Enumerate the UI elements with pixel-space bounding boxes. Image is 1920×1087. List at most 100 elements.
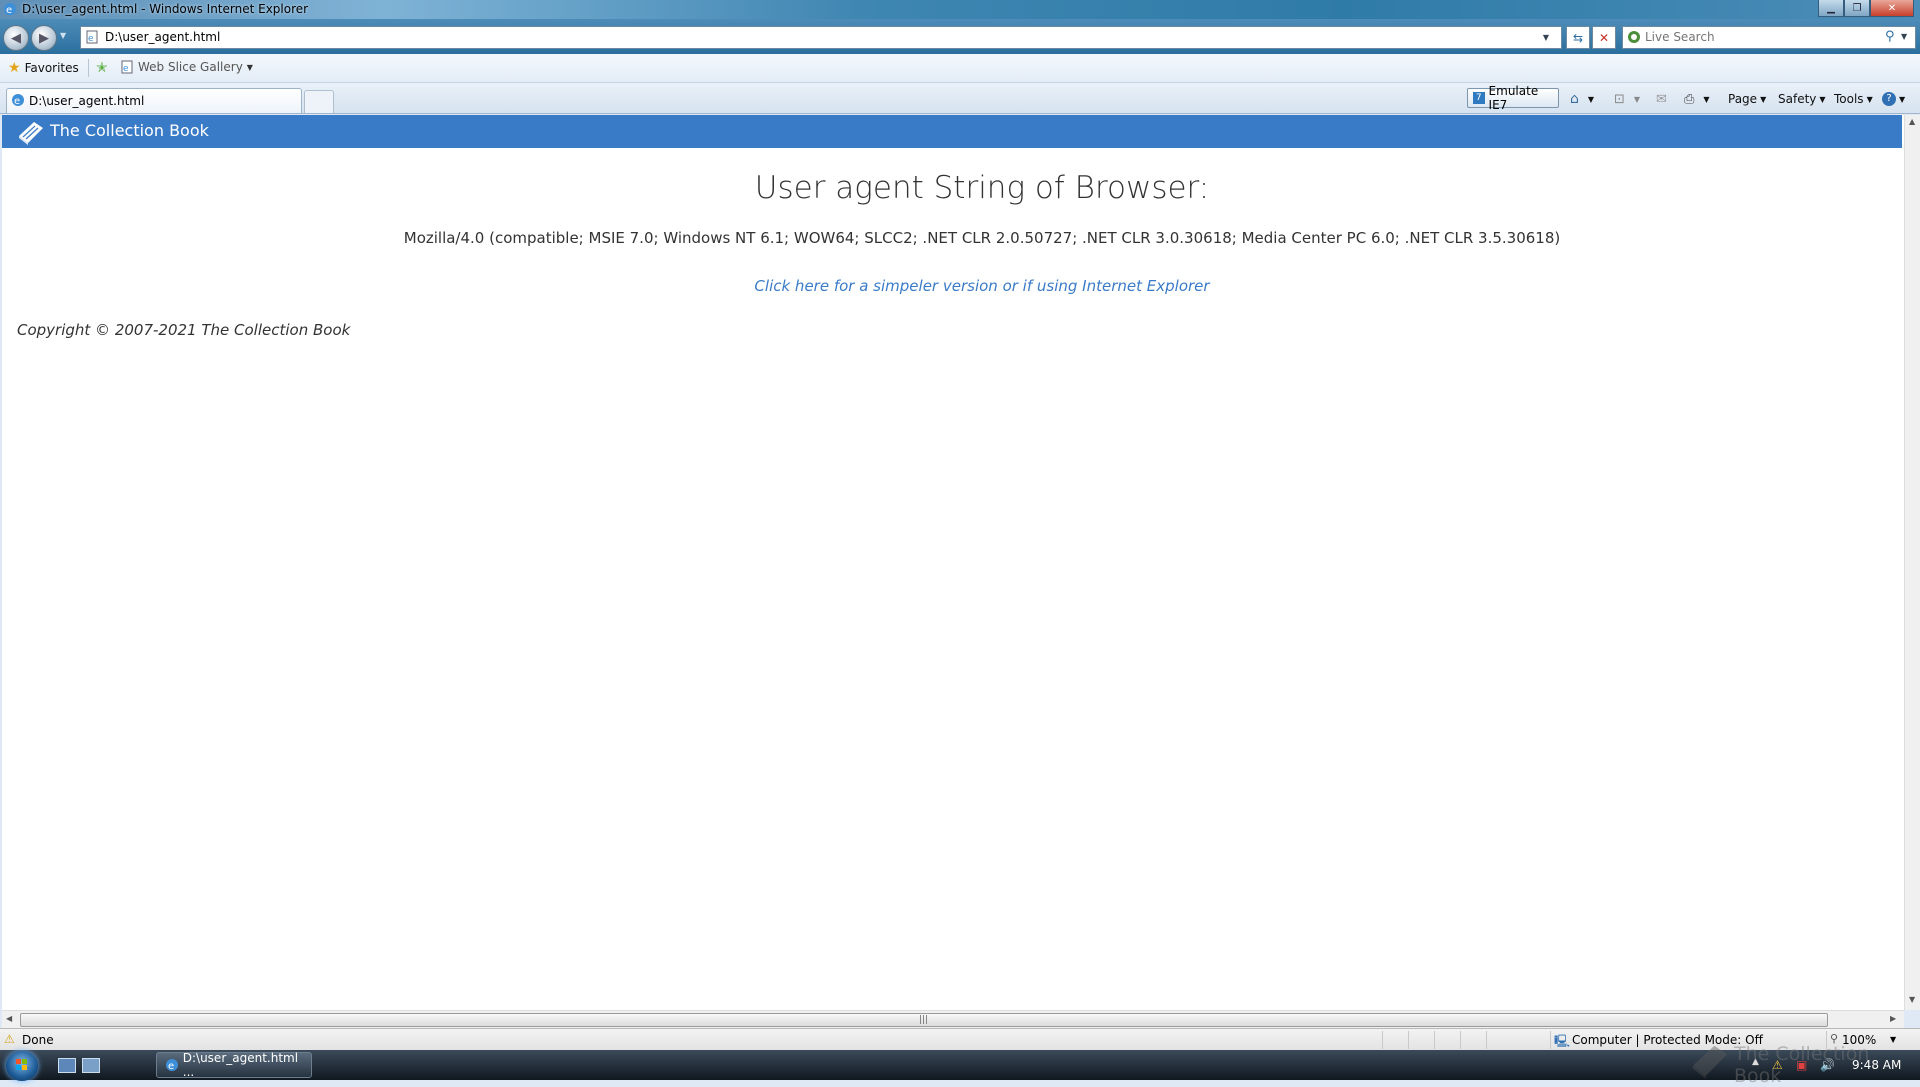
- search-button[interactable]: ⚲: [1885, 29, 1895, 44]
- scroll-down-arrow-icon[interactable]: ▼: [1909, 995, 1915, 1004]
- ie-logo-icon: e: [4, 3, 16, 16]
- chevron-down-icon: ▼: [1633, 94, 1641, 104]
- site-header: The Collection Book: [2, 115, 1902, 148]
- chevron-down-icon: ▼: [1819, 94, 1826, 104]
- back-button[interactable]: ◀: [3, 25, 29, 51]
- help-button[interactable]: ? ▼: [1882, 89, 1905, 109]
- page-icon: e: [86, 30, 98, 44]
- simpler-version-link[interactable]: Click here for a simpeler version or if …: [2, 277, 1904, 295]
- page-menu[interactable]: Page ▼: [1728, 89, 1766, 109]
- back-arrow-icon: ◀: [11, 30, 21, 46]
- safety-menu-label: Safety: [1778, 92, 1817, 106]
- status-divider: [1408, 1031, 1409, 1049]
- minimize-button[interactable]: ▁: [1818, 0, 1844, 17]
- print-button[interactable]: ⎙ ▼: [1684, 89, 1710, 109]
- tab-bar: e D:\user_agent.html 7 Emulate IE7 ⌂ ▼ ⊡…: [0, 83, 1920, 114]
- scroll-right-arrow-icon[interactable]: ▶: [1890, 1014, 1896, 1023]
- tools-menu[interactable]: Tools ▼: [1834, 89, 1873, 109]
- svg-text:e: e: [14, 96, 20, 107]
- watermark-book-icon: [1692, 1045, 1728, 1079]
- tab-label: D:\user_agent.html: [29, 94, 145, 108]
- home-button[interactable]: ⌂ ▼: [1570, 89, 1594, 109]
- close-window-button[interactable]: ✕: [1870, 0, 1914, 17]
- chevron-down-icon: ▼: [1899, 94, 1906, 104]
- minimize-icon: ▁: [1827, 2, 1835, 14]
- feeds-button[interactable]: ⊡ ▼: [1614, 89, 1640, 109]
- tab-user-agent[interactable]: e D:\user_agent.html: [6, 88, 302, 113]
- web-slice-gallery-link[interactable]: e Web Slice Gallery ▼: [120, 60, 253, 74]
- scroll-left-arrow-icon[interactable]: ◀: [6, 1014, 12, 1023]
- ie-logo-icon: e: [166, 1059, 178, 1072]
- address-dropdown-button[interactable]: ▼: [1533, 27, 1559, 48]
- chevron-down-icon: ▼: [246, 62, 253, 72]
- page-icon: e: [121, 60, 133, 74]
- safety-menu[interactable]: Safety ▼: [1778, 89, 1826, 109]
- new-tab-button[interactable]: [304, 90, 334, 113]
- window-title-bar[interactable]: e D:\user_agent.html - Windows Internet …: [0, 0, 1920, 19]
- svg-text:e: e: [168, 1061, 174, 1072]
- printer-icon: ⎙: [1684, 91, 1695, 107]
- horizontal-scrollbar[interactable]: ◀ ||| ▶: [2, 1010, 1904, 1028]
- magnifier-icon: ⚲: [1885, 29, 1895, 44]
- user-agent-string: Mozilla/4.0 (compatible; MSIE 7.0; Windo…: [403, 229, 1561, 247]
- favorites-label: Favorites: [24, 61, 79, 75]
- taskbar-item-label: D:\user_agent.html ...: [182, 1051, 299, 1079]
- add-to-favorites-bar-button[interactable]: ✭: [96, 60, 108, 76]
- page-heading: User agent String of Browser:: [754, 170, 1210, 206]
- refresh-button[interactable]: ⇆: [1566, 26, 1590, 49]
- recent-pages-dropdown[interactable]: ▼: [60, 31, 66, 40]
- grip-icon: |||: [919, 1015, 929, 1025]
- site-brand-link[interactable]: The Collection Book: [50, 121, 209, 140]
- horizontal-scroll-thumb[interactable]: |||: [20, 1013, 1828, 1027]
- svg-text:e: e: [6, 5, 12, 16]
- forward-button[interactable]: ▶: [31, 25, 57, 51]
- vertical-scrollbar[interactable]: ▲ ▼: [1904, 115, 1920, 1010]
- read-mail-button[interactable]: ✉: [1656, 89, 1667, 109]
- ie-page-icon: e: [12, 94, 24, 107]
- add-favorite-star-icon: ✭: [96, 60, 108, 76]
- switch-windows-button[interactable]: [82, 1058, 100, 1073]
- chevron-down-icon: ▼: [1587, 94, 1595, 104]
- status-divider: [1486, 1031, 1487, 1049]
- chevron-down-icon: ▼: [1760, 94, 1767, 104]
- favorites-bar: ★ Favorites ✭ e Web Slice Gallery ▼: [0, 54, 1920, 83]
- chevron-down-icon: ▼: [1866, 94, 1873, 104]
- status-divider: [1550, 1031, 1551, 1049]
- show-desktop-button[interactable]: [58, 1058, 76, 1073]
- emulate-ie7-label: Emulate IE7: [1488, 84, 1539, 112]
- window-title: D:\user_agent.html - Windows Internet Ex…: [22, 2, 309, 16]
- restore-button[interactable]: ❐: [1844, 0, 1870, 17]
- status-divider: [1434, 1031, 1435, 1049]
- favorites-button[interactable]: ★ Favorites: [8, 60, 79, 76]
- rss-feed-icon: ⊡: [1614, 91, 1625, 107]
- home-icon: ⌂: [1570, 91, 1579, 107]
- warning-icon: ⚠: [4, 1032, 15, 1046]
- address-input[interactable]: [105, 28, 1505, 45]
- search-options-dropdown[interactable]: ▼: [1901, 32, 1907, 41]
- mail-icon: ✉: [1656, 91, 1667, 107]
- watermark: The Collection Book: [1680, 1040, 1920, 1087]
- stop-icon: ✕: [1598, 30, 1610, 45]
- search-input[interactable]: [1645, 28, 1875, 45]
- svg-text:e: e: [123, 64, 129, 74]
- page-viewport: The Collection Book User agent String of…: [2, 115, 1904, 1010]
- compatibility-icon: 7: [1473, 92, 1485, 104]
- restore-icon: ❐: [1852, 2, 1862, 14]
- status-divider: [1460, 1031, 1461, 1049]
- help-icon: ?: [1882, 92, 1896, 106]
- stop-button[interactable]: ✕: [1592, 26, 1616, 49]
- emulate-ie7-button[interactable]: 7 Emulate IE7: [1467, 84, 1559, 112]
- start-button[interactable]: [6, 1051, 38, 1081]
- refresh-icon: ⇆: [1572, 30, 1584, 45]
- status-text: Done: [22, 1033, 54, 1047]
- taskbar-item-ie[interactable]: e D:\user_agent.html ...: [156, 1051, 312, 1079]
- scroll-up-arrow-icon[interactable]: ▲: [1909, 117, 1915, 126]
- web-slice-gallery-label: Web Slice Gallery: [138, 60, 243, 74]
- chevron-down-icon: ▼: [1542, 33, 1550, 42]
- address-bar[interactable]: e ▼: [80, 26, 1562, 49]
- status-divider: [1382, 1031, 1383, 1049]
- chevron-down-icon: ▼: [60, 31, 67, 40]
- search-box[interactable]: ⚲ ▼: [1622, 26, 1916, 49]
- chevron-down-icon: ▼: [1703, 94, 1710, 104]
- windows-logo-icon: [16, 1059, 27, 1070]
